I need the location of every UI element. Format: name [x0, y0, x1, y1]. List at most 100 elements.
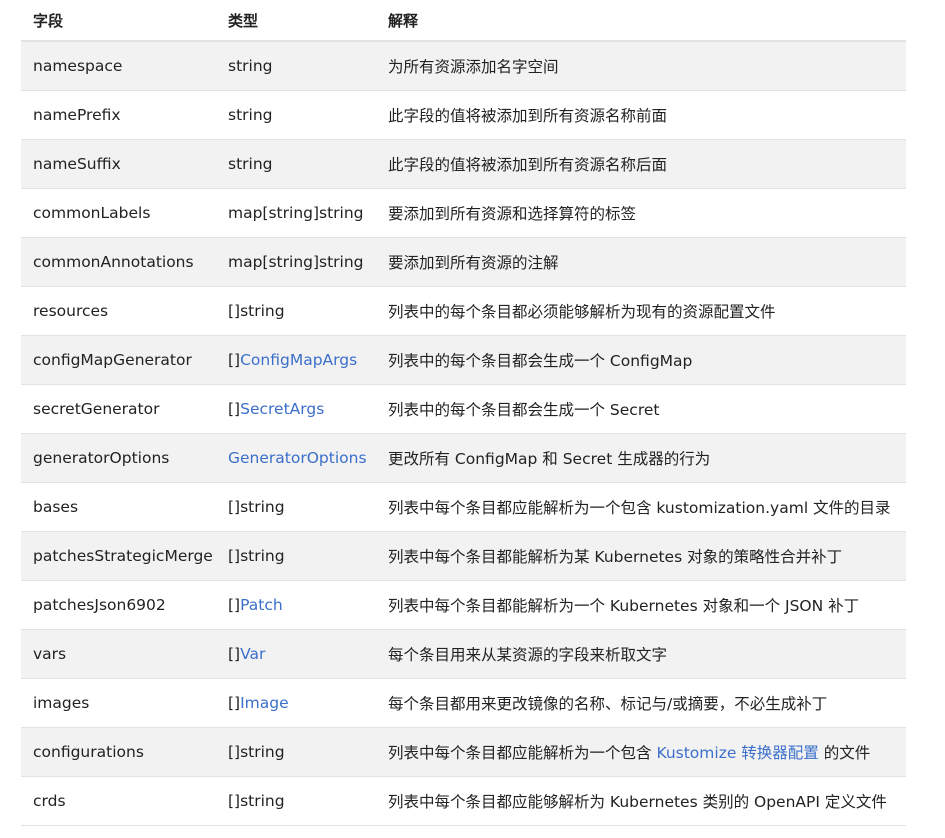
description-text: 列表中每个条目都应能解析为一个包含 kustomization.yaml 文件的…: [388, 499, 891, 517]
description-cell: 列表中每个条目都能解析为某 Kubernetes 对象的策略性合并补丁: [376, 531, 906, 581]
type-text: map[string]string: [228, 204, 364, 222]
description-cell: 每个条目用来从某资源的字段来析取文字: [376, 629, 906, 679]
type-cell: []string: [216, 776, 376, 826]
type-cell: map[string]string: [216, 237, 376, 287]
type-cell: []string: [216, 727, 376, 777]
field-cell: commonLabels: [21, 188, 216, 238]
field-cell: images: [21, 678, 216, 728]
description-text: 列表中的每个条目都会生成一个 ConfigMap: [388, 352, 693, 370]
description-text: 列表中的每个条目都会生成一个 Secret: [388, 401, 660, 419]
table-row: patchesStrategicMerge []string 列表中每个条目都能解析…: [21, 531, 906, 581]
table-row: crds []string 列表中每个条目都应能够解析为 Kubernetes 类别…: [21, 776, 906, 826]
type-text: string: [228, 57, 273, 75]
header-type: 类型: [216, 0, 376, 42]
description-text: 列表中每个条目都应能解析为一个包含: [388, 744, 657, 762]
field-cell: resources: [21, 286, 216, 336]
field-cell: patchesJson6902: [21, 580, 216, 630]
type-array-prefix: []: [228, 645, 241, 663]
type-link[interactable]: Var: [240, 645, 265, 663]
field-cell: crds: [21, 776, 216, 826]
description-text: 要添加到所有资源的注解: [388, 254, 559, 272]
type-cell: []string: [216, 286, 376, 336]
type-link[interactable]: GeneratorOptions: [228, 449, 367, 467]
field-cell: commonAnnotations: [21, 237, 216, 287]
field-cell: configurations: [21, 727, 216, 777]
table-row: namespace string 为所有资源添加名字空间: [21, 41, 906, 91]
type-text: string: [228, 106, 273, 124]
type-text: map[string]string: [228, 253, 364, 271]
description-cell: 列表中每个条目都应能解析为一个包含 Kustomize 转换器配置 的文件: [376, 727, 906, 777]
table-header-row: 字段 类型 解释: [21, 0, 906, 42]
type-cell: string: [216, 139, 376, 189]
description-cell: 列表中的每个条目都会生成一个 ConfigMap: [376, 335, 906, 385]
header-field: 字段: [21, 0, 216, 42]
type-text: []string: [228, 302, 285, 320]
description-text: 列表中每个条目都能解析为某 Kubernetes 对象的策略性合并补丁: [388, 548, 843, 566]
type-array-prefix: []: [228, 596, 241, 614]
description-text: 为所有资源添加名字空间: [388, 58, 559, 76]
field-cell: patchesStrategicMerge: [21, 531, 216, 581]
description-cell: 列表中的每个条目都必须能够解析为现有的资源配置文件: [376, 286, 906, 336]
table-row: configurations []string 列表中每个条目都应能解析为一个包含 …: [21, 727, 906, 777]
type-text: []string: [228, 792, 285, 810]
description-cell: 列表中每个条目都应能解析为一个包含 kustomization.yaml 文件的…: [376, 482, 906, 532]
table-row: bases []string 列表中每个条目都应能解析为一个包含 kustomiza…: [21, 482, 906, 532]
description-text-after: 的文件: [818, 744, 871, 762]
table-body: namespace string 为所有资源添加名字空间 namePrefix stri…: [21, 41, 906, 826]
table-row: configMapGenerator []ConfigMapArgs 列表中的每个条…: [21, 335, 906, 385]
description-cell: 此字段的值将被添加到所有资源名称前面: [376, 90, 906, 140]
description-text: 列表中的每个条目都必须能够解析为现有的资源配置文件: [388, 303, 776, 321]
description-cell: 列表中的每个条目都会生成一个 Secret: [376, 384, 906, 434]
type-cell: []Var: [216, 629, 376, 679]
type-link[interactable]: Patch: [240, 596, 283, 614]
table-row: commonAnnotations map[string]string 要添加到所有…: [21, 237, 906, 287]
description-cell: 为所有资源添加名字空间: [376, 41, 906, 91]
description-text: 要添加到所有资源和选择算符的标签: [388, 205, 637, 223]
field-cell: generatorOptions: [21, 433, 216, 483]
table-row: commonLabels map[string]string 要添加到所有资源和选择…: [21, 188, 906, 238]
type-array-prefix: []: [228, 351, 241, 369]
description-cell: 列表中每个条目都能解析为一个 Kubernetes 对象和一个 JSON 补丁: [376, 580, 906, 630]
type-cell: GeneratorOptions: [216, 433, 376, 483]
header-description: 解释: [376, 0, 906, 42]
field-cell: nameSuffix: [21, 139, 216, 189]
type-cell: string: [216, 90, 376, 140]
description-text: 此字段的值将被添加到所有资源名称前面: [388, 107, 668, 125]
table-row: nameSuffix string 此字段的值将被添加到所有资源名称后面: [21, 139, 906, 189]
description-cell: 每个条目都用来更改镜像的名称、标记与/或摘要，不必生成补丁: [376, 678, 906, 728]
kustomization-fields-table-container: 字段 类型 解释 namespace string 为所有资源添加名字空间 nameP…: [21, 0, 906, 826]
type-text: []string: [228, 498, 285, 516]
table-row: vars []Var 每个条目用来从某资源的字段来析取文字: [21, 629, 906, 679]
description-text: 每个条目都用来更改镜像的名称、标记与/或摘要，不必生成补丁: [388, 695, 828, 713]
field-cell: bases: [21, 482, 216, 532]
type-text: string: [228, 155, 273, 173]
type-cell: []ConfigMapArgs: [216, 335, 376, 385]
type-link[interactable]: SecretArgs: [240, 400, 324, 418]
description-cell: 要添加到所有资源的注解: [376, 237, 906, 287]
type-cell: []string: [216, 531, 376, 581]
description-text: 列表中每个条目都能解析为一个 Kubernetes 对象和一个 JSON 补丁: [388, 597, 860, 615]
description-text: 此字段的值将被添加到所有资源名称后面: [388, 156, 668, 174]
type-array-prefix: []: [228, 400, 241, 418]
kustomization-fields-table: 字段 类型 解释 namespace string 为所有资源添加名字空间 nameP…: [21, 0, 906, 826]
description-cell: 要添加到所有资源和选择算符的标签: [376, 188, 906, 238]
table-row: patchesJson6902 []Patch 列表中每个条目都能解析为一个 Kub…: [21, 580, 906, 630]
field-cell: namePrefix: [21, 90, 216, 140]
type-link[interactable]: ConfigMapArgs: [240, 351, 357, 369]
type-cell: []Image: [216, 678, 376, 728]
table-row: generatorOptions GeneratorOptions 更改所有 Con…: [21, 433, 906, 483]
description-cell: 更改所有 ConfigMap 和 Secret 生成器的行为: [376, 433, 906, 483]
description-link[interactable]: Kustomize 转换器配置: [656, 744, 818, 762]
field-cell: vars: [21, 629, 216, 679]
table-row: namePrefix string 此字段的值将被添加到所有资源名称前面: [21, 90, 906, 140]
type-link[interactable]: Image: [240, 694, 289, 712]
type-cell: string: [216, 41, 376, 91]
table-row: images []Image 每个条目都用来更改镜像的名称、标记与/或摘要，不必生成…: [21, 678, 906, 728]
type-cell: []string: [216, 482, 376, 532]
type-array-prefix: []: [228, 694, 241, 712]
type-text: []string: [228, 547, 285, 565]
field-cell: secretGenerator: [21, 384, 216, 434]
table-row: resources []string 列表中的每个条目都必须能够解析为现有的资源配置…: [21, 286, 906, 336]
description-text: 列表中每个条目都应能够解析为 Kubernetes 类别的 OpenAPI 定义…: [388, 793, 887, 811]
table-header: 字段 类型 解释: [21, 0, 906, 42]
